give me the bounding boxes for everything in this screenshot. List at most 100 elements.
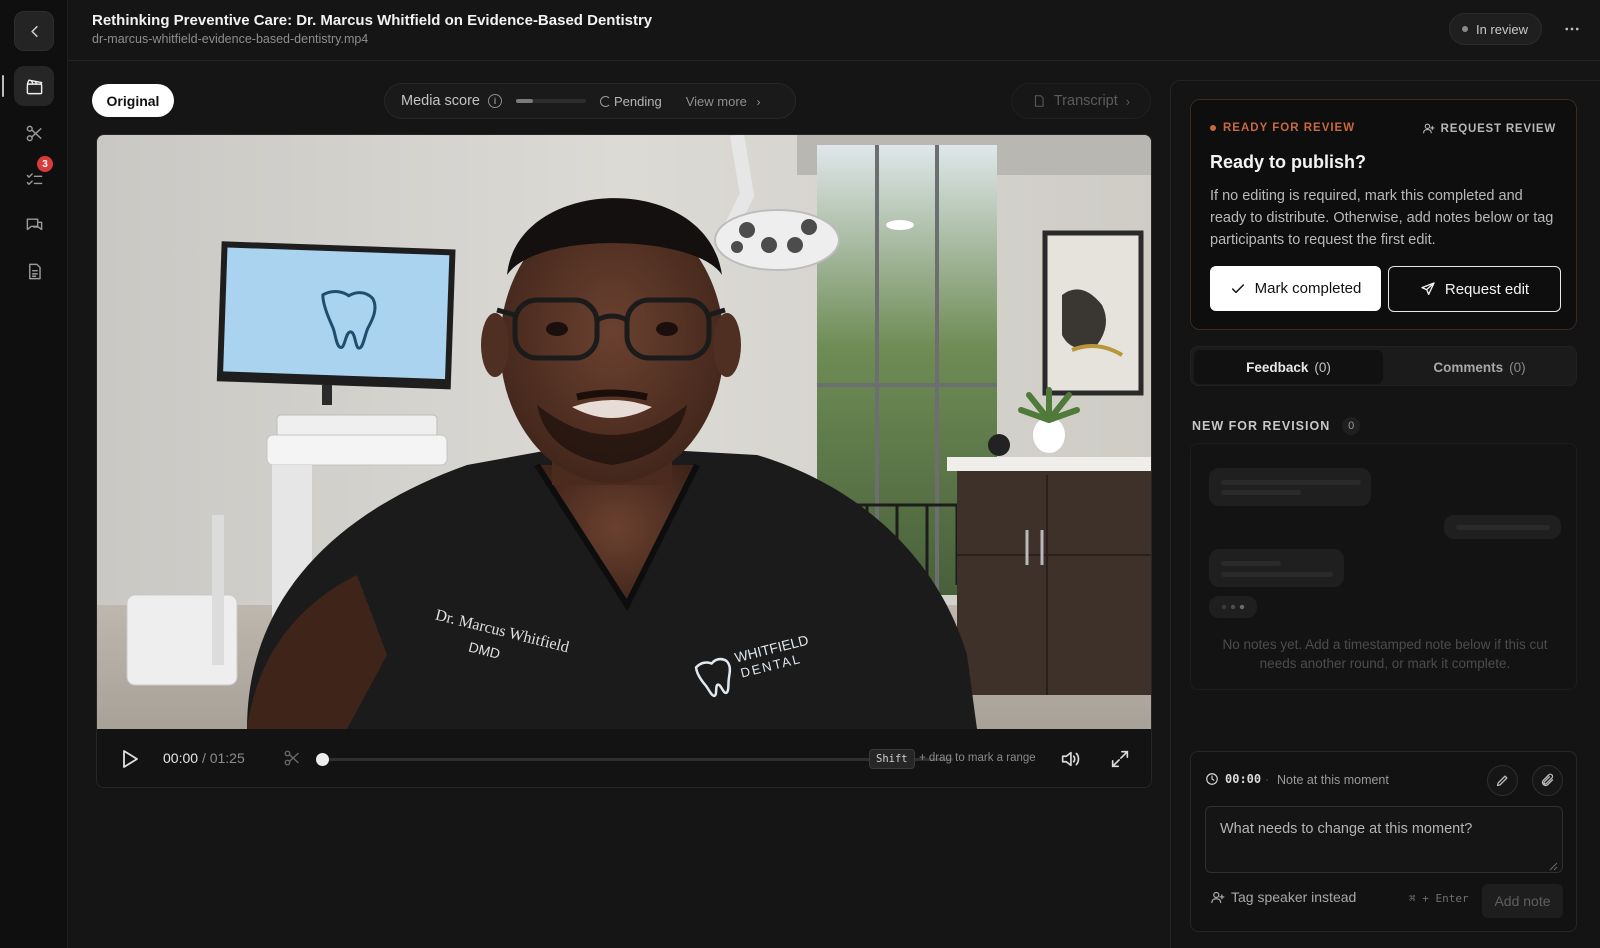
review-title: Ready to publish? (1210, 152, 1367, 172)
ready-tag-label: READY FOR REVIEW (1223, 122, 1356, 134)
media-score-label: Media score (401, 93, 480, 109)
resize-grip-icon[interactable] (1548, 861, 1558, 871)
clapperboard-icon (26, 78, 42, 94)
revision-count: 0 (1342, 417, 1361, 435)
media-score-track (515, 99, 586, 103)
timestamp-value: 00:00 (1225, 772, 1262, 786)
clock-icon (1206, 773, 1218, 785)
video-player: Dr. Marcus Whitfield DMD WHITFIELD DENTA… (96, 134, 1152, 788)
note-timestamp[interactable]: 00:00 (1205, 772, 1261, 786)
transcript-button[interactable]: Transcript › (1011, 83, 1151, 119)
empty-notes-state: No notes yet. Add a timestamped note bel… (1190, 443, 1577, 690)
checklist-icon (26, 172, 42, 185)
nav-chat-button[interactable] (14, 205, 54, 245)
note-input[interactable] (1205, 806, 1563, 873)
mark-completed-button[interactable]: Mark completed (1210, 266, 1381, 311)
tab-comments[interactable]: Comments (0) (1385, 350, 1574, 384)
video-frame[interactable]: Dr. Marcus Whitfield DMD WHITFIELD DENTA… (97, 135, 1152, 729)
review-body: If no editing is required, mark this com… (1210, 188, 1554, 248)
comments-label: Comments (1433, 359, 1504, 375)
total-time: / 01:25 (201, 750, 245, 766)
view-more-link[interactable]: View more › (686, 94, 761, 109)
cabinet (957, 465, 1151, 695)
back-button[interactable] (14, 11, 54, 51)
more-options-button[interactable] (1558, 15, 1586, 43)
user-plus-icon (1422, 123, 1435, 134)
volume-icon[interactable] (1059, 748, 1081, 770)
tab-original[interactable]: Original (92, 84, 174, 117)
status-dot (1461, 26, 1468, 32)
timeline-scrubber[interactable] (316, 753, 953, 766)
nav-cut-button[interactable] (14, 113, 54, 153)
skeleton-bubble (1209, 549, 1344, 587)
header: Rethinking Preventive Care: Dr. Marcus W… (68, 0, 1600, 61)
skeleton-bubble (1209, 468, 1371, 506)
view-more-label: View more (685, 93, 747, 109)
tag-speaker-button[interactable]: Tag speaker instead (1210, 889, 1356, 905)
play-icon[interactable] (117, 747, 141, 771)
more-horizontal-icon (1565, 27, 1579, 31)
range-hint: + drag to mark a range (919, 752, 1036, 764)
current-time: 00:00 (163, 750, 199, 766)
nav-docs-button[interactable] (14, 251, 54, 291)
spinner-icon (599, 95, 611, 107)
media-score-fill (515, 99, 534, 103)
ready-dot (1210, 125, 1216, 131)
file-name: dr-marcus-whitfield-evidence-based-denti… (92, 32, 369, 46)
request-review-button[interactable]: REQUEST REVIEW (1422, 122, 1556, 135)
left-rail: 3 (0, 0, 68, 948)
check-icon (1231, 283, 1244, 293)
request-edit-label: Request edit (1444, 280, 1530, 298)
comments-count: (0) (1509, 359, 1526, 375)
submit-shortcut: ⌘ + Enter (1409, 892, 1469, 905)
nav-media-button[interactable] (14, 66, 54, 106)
note-composer: 00:00 · Note at this moment Tag speaker … (1190, 751, 1577, 932)
scissors-icon (26, 125, 42, 141)
send-icon (1421, 282, 1435, 295)
skeleton-bubble (1444, 515, 1561, 539)
document-icon (28, 263, 41, 279)
info-icon[interactable]: i (487, 94, 502, 108)
pencil-icon (1496, 775, 1508, 787)
empty-notes-text: No notes yet. Add a timestamped note bel… (1222, 637, 1548, 671)
edit-button[interactable] (1487, 765, 1518, 796)
player-controls: 00:00 / 01:25 Shift + drag to mark a ran… (97, 729, 1151, 787)
feedback-count: (0) (1314, 359, 1331, 375)
ready-for-review-tag: READY FOR REVIEW (1210, 122, 1355, 134)
active-indicator (2, 75, 4, 97)
revision-heading-label: NEW FOR REVISION (1192, 419, 1331, 433)
chat-icon (26, 217, 42, 230)
tab-feedback[interactable]: Feedback (0) (1194, 350, 1383, 384)
pending-status: Pending (599, 93, 662, 109)
paperclip-icon (1541, 773, 1554, 787)
shift-key-hint: Shift (869, 749, 915, 769)
status-badge[interactable]: In review (1448, 13, 1542, 45)
tag-speaker-label: Tag speaker instead (1231, 889, 1357, 905)
document-icon (1034, 95, 1044, 107)
separator-dot: · (1265, 772, 1269, 786)
playhead-handle[interactable] (316, 753, 329, 766)
chevron-left-icon (30, 25, 38, 37)
tasks-badge: 3 (37, 156, 53, 172)
scissors-icon[interactable] (283, 749, 301, 767)
status-label: In review (1475, 21, 1528, 37)
feedback-label: Feedback (1246, 359, 1309, 375)
nav-tasks-button[interactable]: 3 (14, 156, 54, 199)
fullscreen-icon[interactable] (1109, 748, 1131, 770)
request-edit-button[interactable]: Request edit (1388, 266, 1561, 312)
transcript-label: Transcript (1053, 93, 1118, 109)
pending-label: Pending (613, 93, 662, 109)
media-score-bar: Media score i Pending View more › (384, 83, 796, 119)
request-review-label: REQUEST REVIEW (1440, 122, 1556, 135)
note-label: Note at this moment (1277, 773, 1389, 787)
add-note-button[interactable]: Add note (1482, 884, 1563, 918)
feedback-comments-tabs: Feedback (0) Comments (0) (1190, 346, 1577, 386)
attach-button[interactable] (1532, 765, 1563, 796)
user-plus-icon (1211, 891, 1225, 903)
revision-heading: NEW FOR REVISION 0 (1192, 417, 1361, 435)
review-card: READY FOR REVIEW REQUEST REVIEW Ready to… (1190, 99, 1577, 330)
chevron-right-icon: › (1125, 93, 1131, 109)
chevron-right-icon: › (756, 94, 761, 109)
time-display: 00:00 / 01:25 (163, 750, 245, 766)
page-title: Rethinking Preventive Care: Dr. Marcus W… (92, 12, 653, 29)
